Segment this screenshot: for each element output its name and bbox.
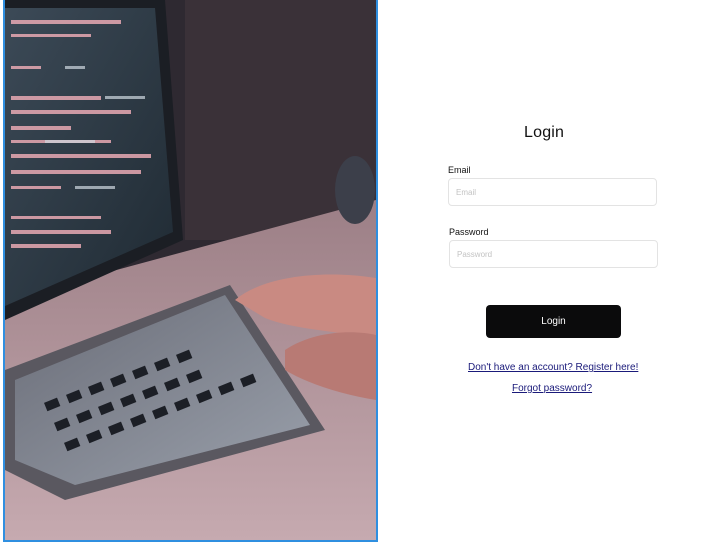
laptop-coding-illustration (5, 0, 376, 540)
register-link[interactable]: Don't have an account? Register here! (468, 362, 638, 373)
login-page: Login Email Password Login Don't have an… (0, 0, 714, 542)
page-title: Login (524, 124, 565, 141)
password-label: Password (449, 227, 489, 237)
forgot-password-link[interactable]: Forgot password? (512, 383, 592, 394)
email-label: Email (448, 165, 471, 175)
login-button[interactable]: Login (486, 305, 621, 338)
hero-image (3, 0, 378, 542)
password-field[interactable] (449, 240, 658, 268)
email-field[interactable] (448, 178, 657, 206)
